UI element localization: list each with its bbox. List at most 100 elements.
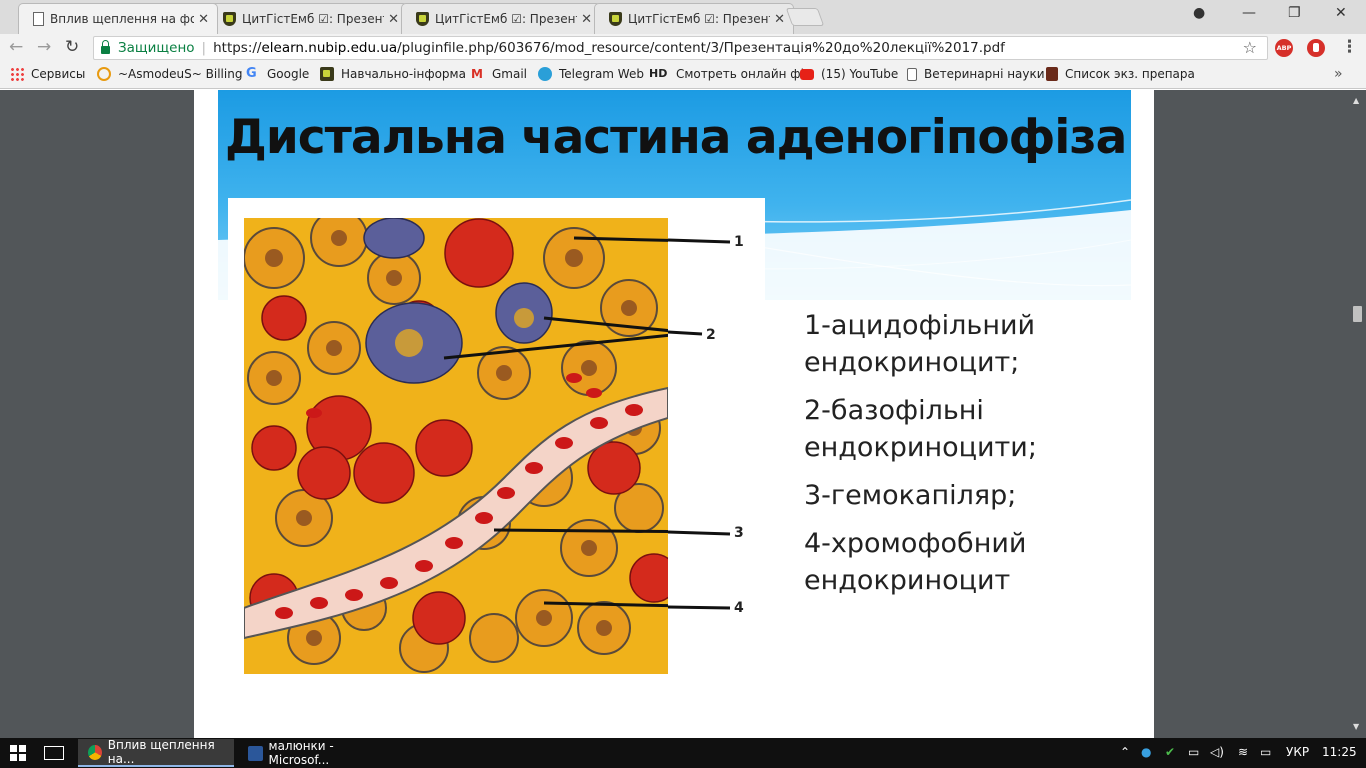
tab-title: ЦитГістЕмб ☑: Презент [242,12,385,26]
volume-icon[interactable]: ◁) [1210,745,1224,759]
document-icon [907,67,917,81]
bookmark-star-icon[interactable]: ☆ [1243,38,1257,57]
windows-taskbar: Вплив щеплення на... малюнки - Microsof.… [0,738,1366,768]
chrome-icon [88,744,102,760]
bookmark-label: Список экз. препара [1065,67,1195,81]
tab-presentation-3[interactable]: ЦитГістЕмб ☑: Презент ✕ [594,3,794,34]
bookmark-vet-sciences[interactable]: Ветеринарні науки [907,67,1045,81]
task-view-icon[interactable] [44,746,64,760]
pdf-page: Дистальна частина аденогіпофіза 1 2 3 4 … [194,90,1154,738]
lock-icon [101,40,110,54]
bookmark-label: Смотреть онлайн фі [676,67,804,81]
navigation-toolbar: ← → ↻ Защищено | https://elearn.nubip.ed… [0,34,1366,62]
skype-icon[interactable]: ● [1141,745,1151,759]
network-icon[interactable]: ▭ [1188,745,1199,759]
google-icon: G [246,66,257,81]
battery-icon[interactable]: ▭ [1260,745,1271,759]
wifi-icon[interactable]: ≋ [1238,745,1248,759]
billing-icon [97,67,111,81]
tab-presentation-2[interactable]: ЦитГістЕмб ☑: Презент ✕ [401,3,601,34]
pdf-viewer: Дистальна частина аденогіпофіза 1 2 3 4 … [0,90,1366,738]
legend-item-acidophil: 1-ацидофільний ендокриноцит; [804,310,1036,378]
slide-title: Дистальна частина аденогіпофіза [225,110,1127,165]
bookmark-label: Telegram Web [559,67,644,81]
profile-icon[interactable]: ● [1193,5,1205,21]
windows-start-icon[interactable] [10,745,26,761]
url-scheme: https:// [213,40,262,56]
url-path: /pluginfile.php/603676/mod_resource/cont… [397,40,1005,56]
more-bookmarks-icon[interactable]: » [1334,66,1343,82]
bookmark-label: Ветеринарні науки [924,67,1045,81]
security-label: Защищено [118,40,195,56]
bookmark-movies[interactable]: HD Смотреть онлайн фі [649,67,804,81]
back-arrow-icon[interactable]: ← [9,37,23,57]
legend-item-basophil: 2-базофільні ендокриноцити; [804,395,1037,463]
legend-item-capillary: 3-гемокапіляр; [804,480,1017,511]
tray-overflow-icon[interactable]: ⌃ [1120,745,1130,759]
tab-title: Вплив щеплення на фор [50,12,195,26]
bookmark-google[interactable]: G Google [246,66,309,82]
url-host: elearn.nubip.edu.ua [261,40,398,56]
tab-active[interactable]: Вплив щеплення на фор ✕ [18,3,218,34]
adblock-icon[interactable]: ABP [1275,39,1293,57]
telegram-icon [538,67,552,81]
bookmark-gmail[interactable]: M Gmail [471,67,527,81]
hd-icon: HD [649,67,668,80]
micrograph-image [244,218,668,674]
taskbar-app-label: малюнки - Microsof... [268,739,334,767]
language-indicator[interactable]: УКР [1286,745,1309,759]
taskbar-app-chrome[interactable]: Вплив щеплення на... [78,738,234,767]
minimize-button[interactable]: — [1242,5,1256,21]
new-tab-button[interactable] [785,8,825,26]
close-window-button[interactable]: ✕ [1335,5,1347,21]
scrollbar-thumb[interactable] [1353,306,1362,322]
scroll-up-icon[interactable]: ▲ [1353,96,1359,105]
close-icon[interactable]: ✕ [198,12,209,27]
bookmark-services[interactable]: Сервисы [10,67,85,81]
close-icon[interactable]: ✕ [581,12,592,27]
moodle-icon [416,12,429,26]
address-bar[interactable]: Защищено | https://elearn.nubip.edu.ua/p… [93,36,1268,60]
close-icon[interactable]: ✕ [774,12,785,27]
clock[interactable]: 11:25 [1322,745,1357,759]
browser-menu-icon[interactable]: ⋮ [1341,37,1358,57]
bookmark-telegram[interactable]: Telegram Web [538,67,644,81]
word-icon [248,745,263,761]
tray-app-icon[interactable]: ✔ [1165,745,1175,759]
moodle-icon [320,67,334,81]
separator: | [201,40,207,56]
forward-arrow-icon[interactable]: → [37,37,51,57]
bookmark-label: Gmail [492,67,528,81]
taskbar-app-word[interactable]: малюнки - Microsof... [238,739,394,767]
taskbar-app-label: Вплив щеплення на... [107,738,215,766]
bookmark-nubip[interactable]: Навчально-інформа [320,67,466,81]
bookmark-youtube[interactable]: (15) YouTube [800,67,898,81]
bookmark-label: ~AsmodeuS~ Billing [118,67,243,81]
bookmark-exam-list[interactable]: Список экз. препара [1046,67,1195,81]
scroll-down-icon[interactable]: ▼ [1353,722,1359,731]
callout-line-extensions [668,238,731,610]
apps-grid-icon [10,67,24,81]
close-icon[interactable]: ✕ [388,12,399,27]
tab-presentation-1[interactable]: ЦитГістЕмб ☑: Презент ✕ [208,3,408,34]
gmail-icon: M [471,67,483,81]
bookmark-label: (15) YouTube [821,67,899,81]
moodle-icon [223,12,236,26]
tab-title: ЦитГістЕмб ☑: Презент [628,12,771,26]
moodle-icon [609,12,622,26]
reload-icon[interactable]: ↻ [65,37,79,57]
bookmark-label: Сервисы [31,67,86,81]
slide-legend: 1-ацидофільний ендокриноцит; 2-базофільн… [804,307,1134,610]
youtube-icon [800,68,814,80]
stop-extension-icon[interactable] [1307,39,1325,57]
legend-item-chromophobe: 4-хромофобний ендокриноцит [804,528,1027,596]
bookmark-label: Навчально-інформа [341,67,466,81]
bookmark-billing[interactable]: ~AsmodeuS~ Billing [97,67,242,81]
document-icon [33,12,44,26]
url-text: https://elearn.nubip.edu.ua/pluginfile.p… [213,40,1005,56]
bookmark-icon [1046,67,1058,81]
vertical-scrollbar[interactable]: ▲ ▼ [1349,90,1366,738]
restore-button[interactable]: ❐ [1288,5,1301,21]
bookmarks-bar: Сервисы ~AsmodeuS~ Billing G Google Навча… [0,62,1366,89]
tab-strip: Вплив щеплення на фор ✕ ЦитГістЕмб ☑: Пр… [0,0,1366,34]
